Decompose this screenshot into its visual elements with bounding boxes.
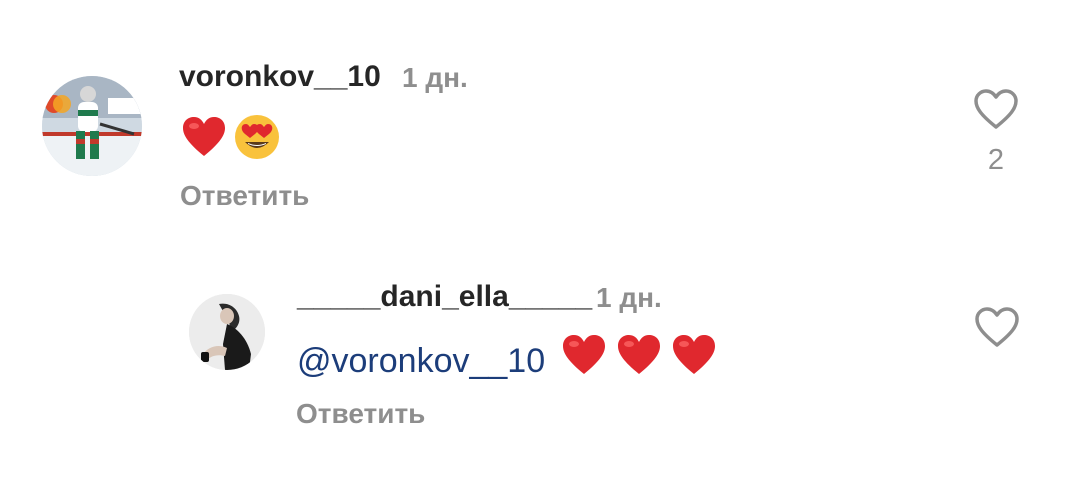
red-heart-emoji (561, 334, 607, 388)
heart-eyes-emoji (234, 114, 280, 165)
heart-icon[interactable] (974, 306, 1020, 348)
red-heart-emoji (616, 334, 662, 388)
heart-icon[interactable] (973, 88, 1019, 130)
hockey-player-photo (42, 76, 142, 176)
reply-button[interactable]: Ответить (180, 180, 309, 212)
comment-text (182, 114, 280, 160)
reply-button[interactable]: Ответить (296, 398, 425, 430)
comment-item: voronkov__10 1 дн. Ответить 2 (0, 0, 1080, 240)
reply-text: @voronkov__10 (297, 334, 717, 380)
avatar[interactable] (42, 76, 142, 176)
reply-time: 1 дн. (596, 282, 662, 313)
reply-username[interactable]: _____dani_ella_____ (297, 280, 592, 314)
red-heart-emoji (182, 116, 226, 163)
mention-link[interactable]: @voronkov__10 (297, 342, 545, 380)
red-heart-emoji (671, 334, 717, 388)
comment-time: 1 дн. (402, 62, 468, 93)
profile-photo (189, 294, 265, 370)
like-count: 2 (987, 144, 1005, 176)
avatar[interactable] (189, 294, 265, 370)
reply-item: _____dani_ella_____ 1 дн. @voronkov__10 … (0, 240, 1080, 493)
comment-username[interactable]: voronkov__10 (179, 60, 381, 94)
